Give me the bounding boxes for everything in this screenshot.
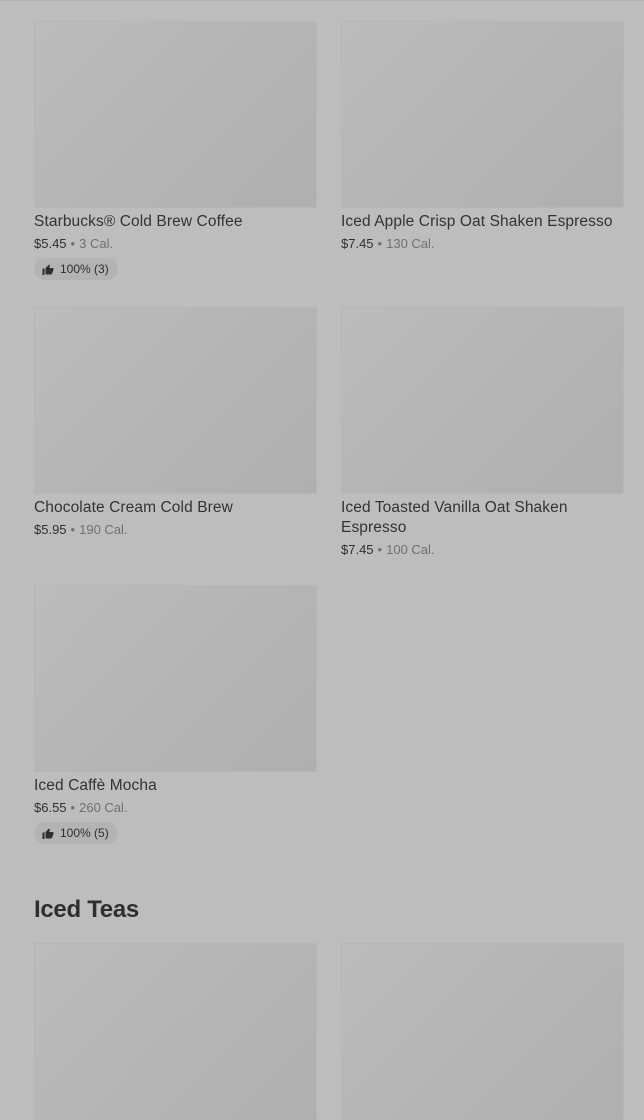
product-image[interactable]: [34, 943, 317, 1120]
product-name[interactable]: Chocolate Cream Cold Brew: [34, 498, 317, 518]
product-image[interactable]: [34, 21, 317, 208]
thumbs-up-icon: [42, 264, 54, 275]
product-calories: 260 Cal.: [79, 800, 128, 815]
product-card[interactable]: [34, 943, 317, 1120]
product-calories: 190 Cal.: [79, 522, 128, 537]
rating-text: 100% (3): [60, 262, 109, 276]
product-name[interactable]: Starbucks® Cold Brew Coffee: [34, 212, 317, 232]
product-name[interactable]: Iced Caffè Mocha: [34, 776, 317, 796]
meta-separator: •: [70, 236, 76, 251]
product-card[interactable]: Chocolate Cream Cold Brew $5.95 • 190 Cal.: [34, 307, 317, 538]
product-meta: $7.45 • 130 Cal.: [341, 235, 624, 252]
product-image[interactable]: [34, 307, 317, 494]
product-price: $7.45: [341, 236, 374, 251]
menu-page: Starbucks® Cold Brew Coffee $5.45 • 3 Cal.…: [0, 0, 644, 1120]
product-price: $5.95: [34, 522, 67, 537]
product-name[interactable]: Iced Apple Crisp Oat Shaken Espresso: [341, 212, 624, 232]
divider: [0, 0, 644, 1]
product-meta: $5.95 • 190 Cal.: [34, 521, 317, 538]
rating-badge: 100% (5): [34, 822, 118, 844]
thumbs-up-icon: [42, 828, 54, 839]
product-card[interactable]: Iced Toasted Vanilla Oat Shaken Espresso…: [341, 307, 624, 558]
product-image[interactable]: [341, 21, 624, 208]
product-price: $7.45: [341, 542, 374, 557]
product-image[interactable]: [341, 943, 624, 1120]
product-price: $6.55: [34, 800, 67, 815]
product-price: $5.45: [34, 236, 67, 251]
product-image[interactable]: [341, 307, 624, 494]
product-card[interactable]: [341, 943, 624, 1120]
meta-separator: •: [70, 522, 76, 537]
meta-separator: •: [70, 800, 76, 815]
product-calories: 3 Cal.: [79, 236, 114, 251]
product-meta: $7.45 • 100 Cal.: [341, 541, 624, 558]
product-name[interactable]: Iced Toasted Vanilla Oat Shaken Espresso: [341, 498, 624, 538]
product-calories: 130 Cal.: [386, 236, 435, 251]
product-meta: $5.45 • 3 Cal.: [34, 235, 317, 252]
meta-separator: •: [377, 236, 383, 251]
product-card[interactable]: Starbucks® Cold Brew Coffee $5.45 • 3 Cal.…: [34, 21, 317, 280]
product-card[interactable]: Iced Caffè Mocha $6.55 • 260 Cal. 100% (5): [34, 585, 317, 844]
product-meta: $6.55 • 260 Cal.: [34, 799, 317, 816]
product-card[interactable]: Iced Apple Crisp Oat Shaken Espresso $7.…: [341, 21, 624, 252]
section-title-iced-teas: Iced Teas: [34, 896, 139, 923]
rating-text: 100% (5): [60, 826, 109, 840]
meta-separator: •: [377, 542, 383, 557]
rating-badge: 100% (3): [34, 258, 118, 280]
product-calories: 100 Cal.: [386, 542, 435, 557]
product-image[interactable]: [34, 585, 317, 772]
